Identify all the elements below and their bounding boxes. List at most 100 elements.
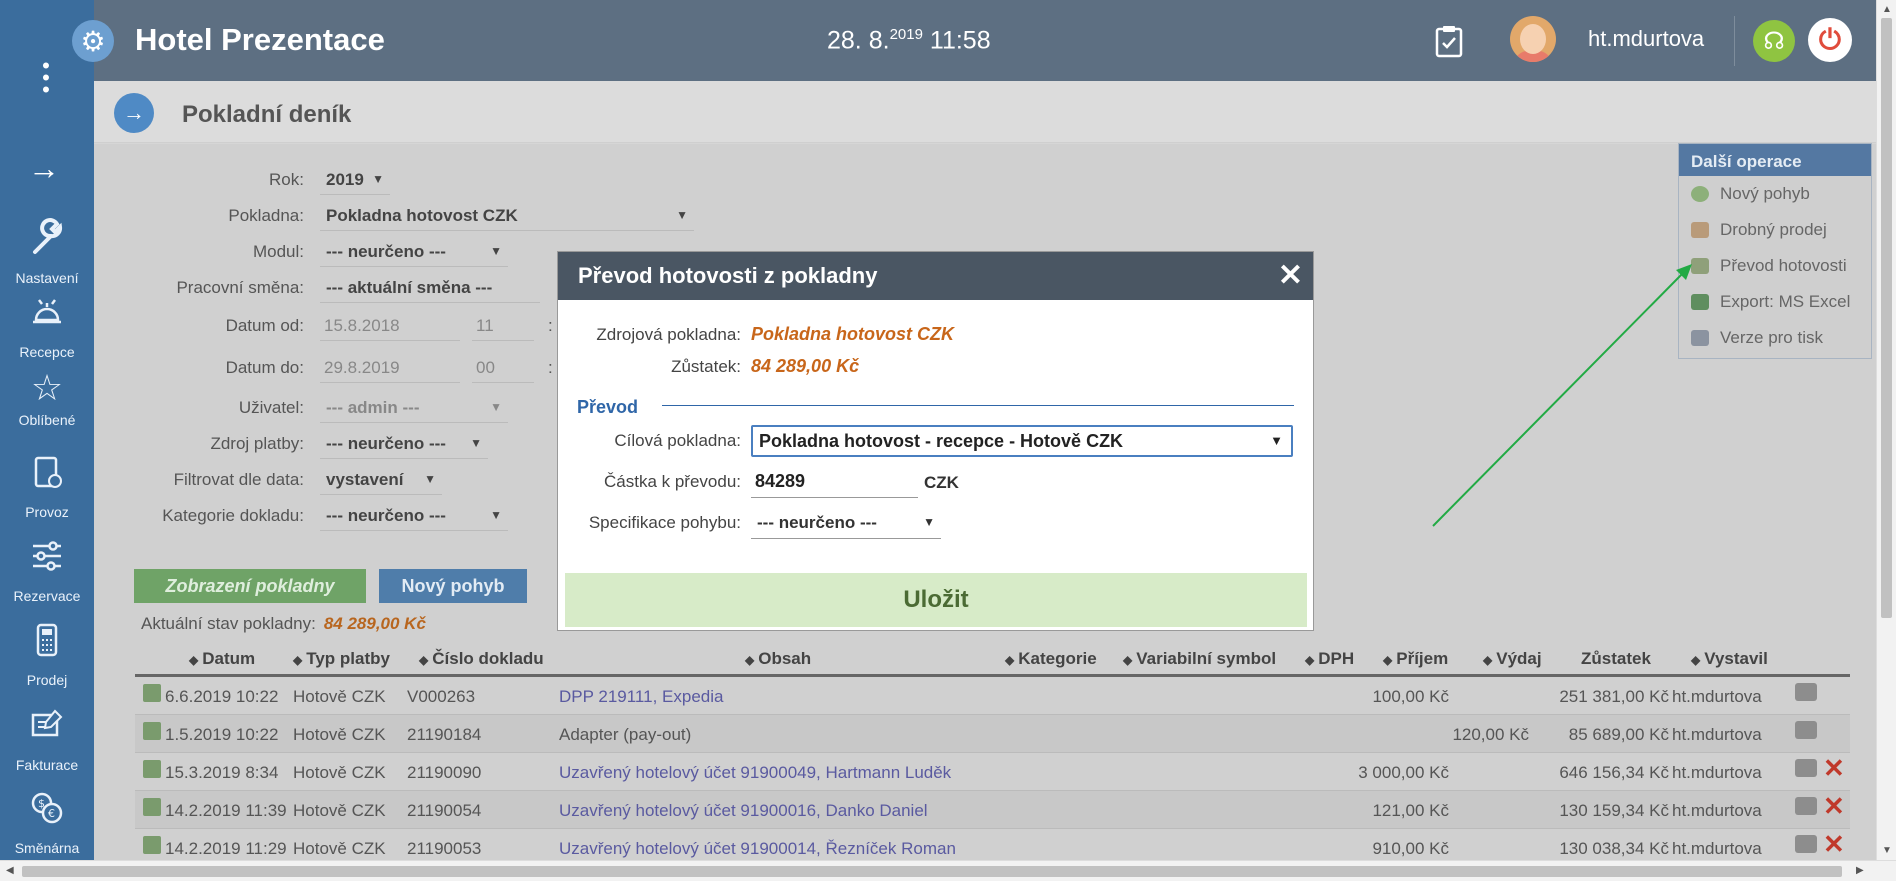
col-vydaj[interactable]: ◆ Výdaj xyxy=(1483,649,1542,669)
cilova-select[interactable]: Pokladna hotovost - recepce - Hotově CZK… xyxy=(751,425,1293,457)
spec-select[interactable]: --- neurčeno --- ▼ xyxy=(751,509,941,539)
sidebar-item-label: Fakturace xyxy=(15,757,79,773)
document-icon[interactable] xyxy=(143,684,161,702)
sidebar-item-provoz[interactable]: Provoz xyxy=(0,452,94,520)
sort-icon: ◆ xyxy=(1483,653,1493,667)
printer-icon[interactable] xyxy=(1795,759,1817,777)
side-item-novy-pohyb[interactable]: Nový pohyb xyxy=(1679,176,1871,212)
printer-icon[interactable] xyxy=(1795,721,1817,739)
scroll-left-icon[interactable]: ◀ xyxy=(6,865,14,876)
kategorie-value: --- neurčeno --- xyxy=(326,506,446,525)
novy-pohyb-button[interactable]: Nový pohyb xyxy=(379,569,527,603)
datum-od-hour[interactable]: 11 xyxy=(472,316,534,341)
col-label: Typ platby xyxy=(306,649,390,668)
current-state-value: 84 289,00 Kč xyxy=(323,614,426,633)
printer-icon[interactable] xyxy=(1795,797,1817,815)
power-icon[interactable]: ⏻ xyxy=(1808,18,1852,62)
filtr-select[interactable]: vystavení ▼ xyxy=(320,470,442,495)
cell-obsah-link[interactable]: Uzavřený hotelový účet 91900014, Řezníče… xyxy=(559,839,956,859)
col-prijem[interactable]: ◆ Příjem xyxy=(1383,649,1448,669)
scroll-thumb[interactable] xyxy=(22,866,1842,877)
table-row[interactable]: 14.2.2019 11:39 Hotově CZK 21190054 Uzav… xyxy=(135,791,1850,829)
sort-icon: ◆ xyxy=(1005,653,1015,667)
save-button[interactable]: Uložit xyxy=(565,573,1307,627)
col-cislo-dokladu[interactable]: ◆ Číslo dokladu xyxy=(419,649,544,669)
scroll-thumb[interactable] xyxy=(1881,18,1892,618)
sort-icon: ◆ xyxy=(745,653,755,667)
document-icon[interactable] xyxy=(143,798,161,816)
arrow-right-icon[interactable]: → xyxy=(114,93,154,133)
sidebar-item-smenarna[interactable]: $ € Směnárna xyxy=(0,788,94,856)
calculator-icon xyxy=(0,620,94,668)
modul-select[interactable]: --- neurčeno --- ▼ xyxy=(320,242,508,267)
transfer-icon xyxy=(1691,258,1709,274)
sidebar-item-prodej[interactable]: Prodej xyxy=(0,620,94,688)
delete-icon[interactable]: ✕ xyxy=(1823,755,1845,781)
zdroj-select[interactable]: --- neurčeno --- ▼ xyxy=(320,434,488,459)
sidebar-item-fakturace[interactable]: Fakturace xyxy=(0,705,94,773)
cell-obsah-link[interactable]: Uzavřený hotelový účet 91900049, Hartman… xyxy=(559,763,951,783)
gear-icon[interactable]: ⚙ xyxy=(72,20,114,62)
sidebar-item-nastaveni[interactable]: Nastavení xyxy=(0,218,94,286)
kategorie-select[interactable]: --- neurčeno --- ▼ xyxy=(320,506,508,531)
smena-select[interactable]: --- aktuální směna --- xyxy=(320,278,540,303)
side-item-prevod-hotovosti[interactable]: Převod hotovosti xyxy=(1679,248,1871,284)
headset-icon[interactable]: ☊ xyxy=(1753,20,1795,62)
printer-icon[interactable] xyxy=(1795,683,1817,701)
sliders-icon xyxy=(0,536,94,584)
castka-input[interactable]: 84289 xyxy=(751,468,918,498)
sidebar: • • • → Nastavení Recepce ☆ Oblíbené Provo… xyxy=(0,0,94,860)
invoice-icon xyxy=(0,705,94,753)
datum-od-input[interactable]: 15.8.2018 xyxy=(320,316,460,341)
sidebar-item-recepce[interactable]: Recepce xyxy=(0,292,94,360)
expand-arrow-icon[interactable]: → xyxy=(28,150,60,187)
datum-do-input[interactable]: 29.8.2019 xyxy=(320,358,460,383)
clipboard-check-icon[interactable] xyxy=(1433,24,1465,66)
pokladna-select[interactable]: Pokladna hotovost CZK ▼ xyxy=(320,206,694,231)
side-item-drobny-prodej[interactable]: Drobný prodej xyxy=(1679,212,1871,248)
sidebar-item-label: Směnárna xyxy=(14,840,80,856)
close-icon[interactable]: ✕ xyxy=(1278,258,1303,293)
side-item-verze-tisk[interactable]: Verze pro tisk xyxy=(1679,320,1871,356)
col-vystavil[interactable]: ◆ Vystavil xyxy=(1691,649,1768,669)
sidebar-item-oblibene[interactable]: ☆ Oblíbené xyxy=(0,368,94,429)
document-icon[interactable] xyxy=(143,836,161,854)
cell-vystavil: ht.mdurtova xyxy=(1672,763,1762,782)
uzivatel-select[interactable]: --- admin --- ▼ xyxy=(320,398,508,423)
scroll-right-icon[interactable]: ▶ xyxy=(1856,865,1864,876)
col-dph[interactable]: ◆ DPH xyxy=(1305,649,1354,669)
col-label: Datum xyxy=(202,649,256,668)
datum-od-label: Datum od: xyxy=(225,316,304,335)
horizontal-scrollbar[interactable]: ◀ ▶ xyxy=(0,860,1896,881)
document-icon[interactable] xyxy=(143,760,161,778)
rok-select[interactable]: 2019 ▼ xyxy=(320,170,390,195)
delete-icon[interactable]: ✕ xyxy=(1823,831,1845,857)
col-zustatek[interactable]: Zůstatek xyxy=(1581,649,1651,669)
col-datum[interactable]: ◆ Datum xyxy=(189,649,255,669)
dialog-header: Převod hotovosti z pokladny ✕ xyxy=(558,252,1313,300)
datum-do-hour[interactable]: 00 xyxy=(472,358,534,383)
menu-dots-icon[interactable]: • • • xyxy=(36,55,56,101)
col-typ-platby[interactable]: ◆ Typ platby xyxy=(293,649,390,669)
printer-icon[interactable] xyxy=(1795,835,1817,853)
document-icon[interactable] xyxy=(143,722,161,740)
username[interactable]: ht.mdurtova xyxy=(1588,26,1704,52)
avatar[interactable] xyxy=(1510,16,1556,62)
vertical-scrollbar[interactable]: ▲ ▼ xyxy=(1876,0,1896,860)
scroll-down-icon[interactable]: ▼ xyxy=(1882,845,1892,856)
scroll-up-icon[interactable]: ▲ xyxy=(1882,4,1892,15)
sidebar-item-rezervace[interactable]: Rezervace xyxy=(0,536,94,604)
cell-obsah-link[interactable]: Uzavřený hotelový účet 91900016, Danko D… xyxy=(559,801,928,821)
side-item-export-excel[interactable]: Export: MS Excel xyxy=(1679,284,1871,320)
col-variabilni-symbol[interactable]: ◆ Variabilní symbol xyxy=(1123,649,1276,669)
cell-zustatek: 130 038,34 Kč xyxy=(1559,839,1669,858)
zobrazeni-pokladny-button[interactable]: Zobrazení pokladny xyxy=(134,569,366,603)
col-obsah[interactable]: ◆ Obsah xyxy=(745,649,811,669)
cell-obsah-link[interactable]: DPP 219111, Expedia xyxy=(559,687,723,707)
cell-zustatek: 130 159,34 Kč xyxy=(1559,801,1669,820)
col-kategorie[interactable]: ◆ Kategorie xyxy=(1005,649,1097,669)
table-row[interactable]: 6.6.2019 10:22 Hotově CZK V000263 DPP 21… xyxy=(135,677,1850,715)
table-row[interactable]: 15.3.2019 8:34 Hotově CZK 21190090 Uzavř… xyxy=(135,753,1850,791)
table-row[interactable]: 1.5.2019 10:22 Hotově CZK 21190184 Adapt… xyxy=(135,715,1850,753)
delete-icon[interactable]: ✕ xyxy=(1823,793,1845,819)
